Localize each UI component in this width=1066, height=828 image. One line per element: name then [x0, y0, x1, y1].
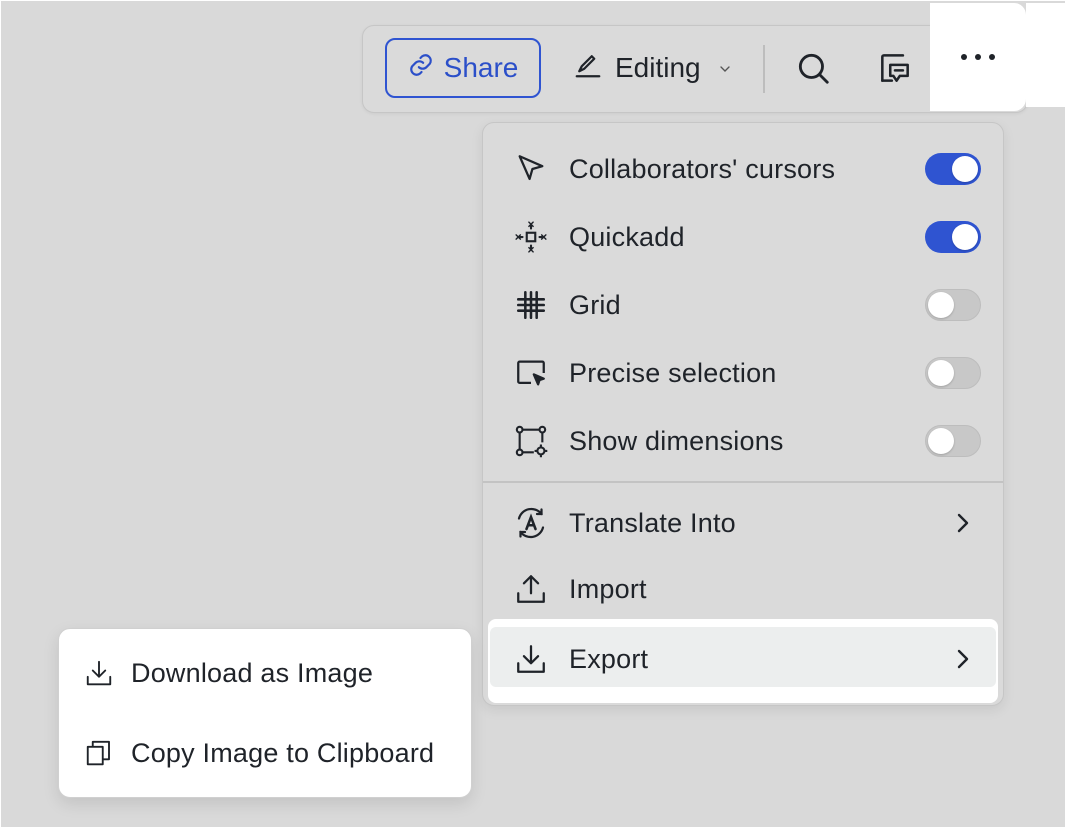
grid-icon [509, 283, 553, 327]
upload-icon [509, 567, 553, 611]
menu-item-translate-into[interactable]: Translate Into [491, 491, 995, 555]
submenu-item-download-as-image[interactable]: Download as Image [59, 641, 471, 705]
toolbar-divider [763, 45, 765, 93]
share-label: Share [443, 52, 519, 83]
menu-item-label: Collaborators' cursors [569, 153, 836, 184]
top-toolbar: Share Editing [362, 25, 1028, 113]
editing-label: Editing [615, 52, 701, 83]
download-icon [81, 655, 117, 691]
cursor-icon [509, 147, 553, 191]
menu-item-label: Import [569, 573, 647, 604]
toggle-precise-selection[interactable] [925, 357, 981, 389]
menu-item-label: Show dimensions [569, 425, 784, 456]
share-button[interactable]: Share [385, 38, 541, 98]
submenu-item-label: Copy Image to Clipboard [131, 737, 435, 768]
toggle-quickadd[interactable] [925, 221, 981, 253]
quickadd-icon [509, 215, 553, 259]
menu-item-quickadd[interactable]: Quickadd [491, 205, 995, 269]
submenu-item-label: Download as Image [131, 657, 374, 688]
more-options-menu: Collaborators' cursors Quickadd Grid Pre… [482, 122, 1004, 706]
menu-item-label: Precise selection [569, 357, 777, 388]
search-icon[interactable] [791, 46, 835, 90]
toggle-show-dimensions[interactable] [925, 425, 981, 457]
submenu-item-copy-image-to-clipboard[interactable]: Copy Image to Clipboard [59, 721, 471, 785]
menu-item-label: Translate Into [569, 507, 736, 538]
menu-item-collaborators-cursors[interactable]: Collaborators' cursors [491, 137, 995, 201]
menu-item-grid[interactable]: Grid [491, 273, 995, 337]
chevron-down-icon [717, 52, 733, 84]
comment-icon[interactable] [873, 46, 917, 90]
download-icon [509, 637, 553, 681]
menu-item-show-dimensions[interactable]: Show dimensions [491, 409, 995, 473]
canvas-background: Share Editing Collaborators' cursors Qui… [1, 1, 1065, 827]
pen-icon [573, 50, 603, 87]
precise-selection-icon [509, 351, 553, 395]
menu-item-label: Export [569, 643, 649, 674]
link-icon [408, 52, 434, 85]
export-submenu: Download as Image Copy Image to Clipboar… [58, 628, 472, 798]
menu-item-label: Grid [569, 289, 621, 320]
toggle-grid[interactable] [925, 289, 981, 321]
more-icon[interactable] [930, 3, 1026, 111]
menu-item-label: Quickadd [569, 221, 685, 252]
more-button-highlight [1026, 3, 1065, 107]
menu-item-precise-selection[interactable]: Precise selection [491, 341, 995, 405]
menu-item-import[interactable]: Import [491, 557, 995, 621]
menu-divider [483, 481, 1003, 483]
copy-icon [81, 735, 117, 771]
chevron-right-icon [953, 509, 973, 537]
chevron-right-icon [953, 645, 973, 673]
editing-mode-dropdown[interactable]: Editing [573, 38, 745, 98]
translate-icon [509, 501, 553, 545]
toggle-collaborators-cursors[interactable] [925, 153, 981, 185]
dimensions-icon [509, 419, 553, 463]
menu-item-export[interactable]: Export [491, 627, 995, 691]
